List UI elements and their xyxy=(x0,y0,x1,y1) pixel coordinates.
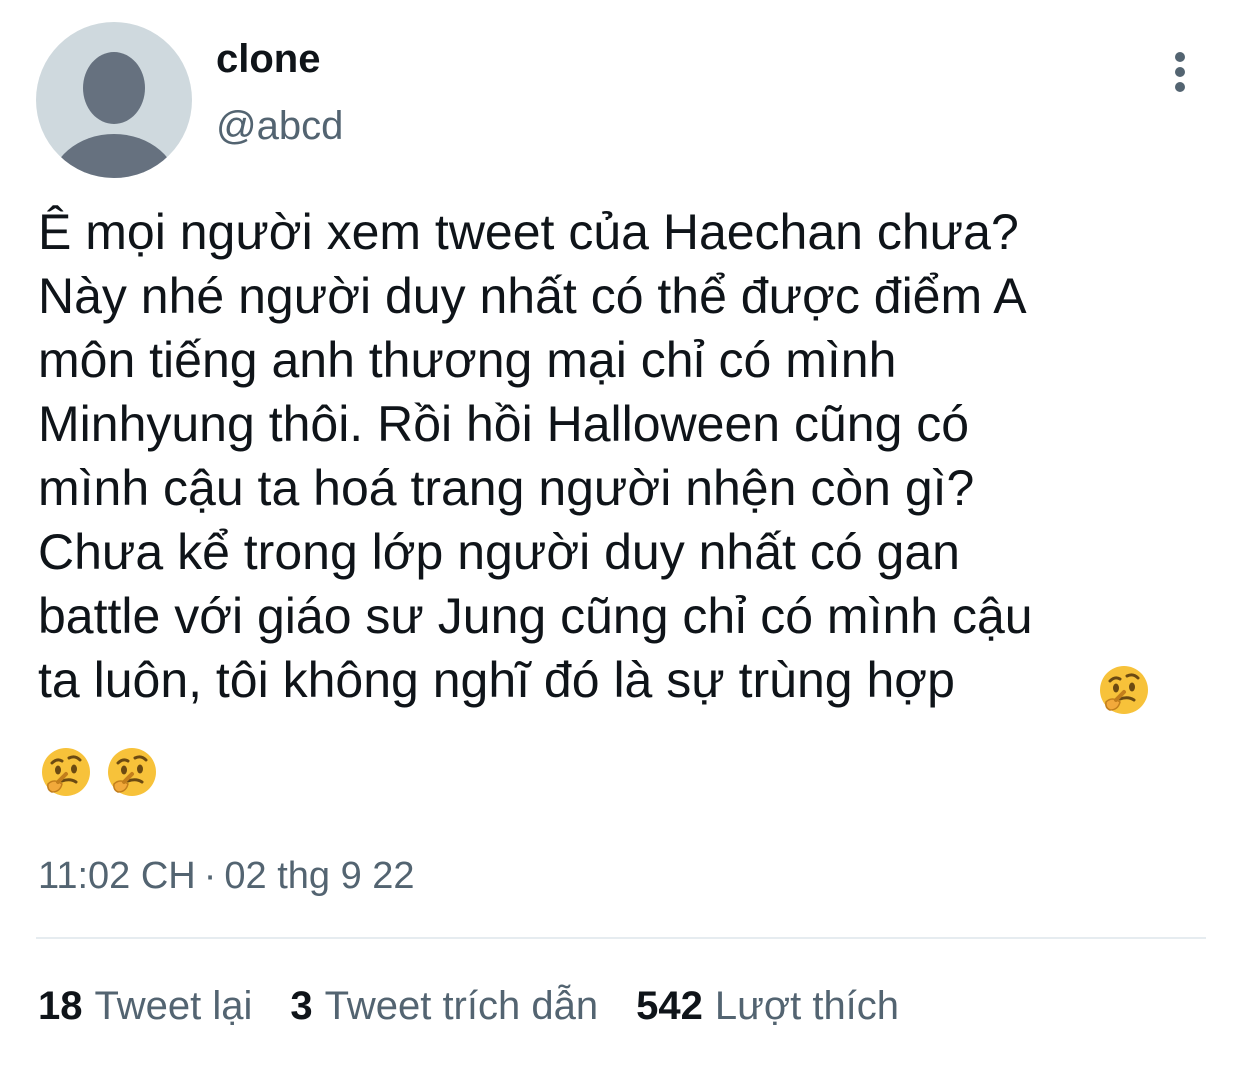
tweet-text-line: mình cậu ta hoá trang người nhện còn gì? xyxy=(38,460,975,516)
author-handle[interactable]: @abcd xyxy=(216,102,343,150)
avatar[interactable] xyxy=(36,22,192,178)
avatar-shoulders-shape xyxy=(49,134,179,178)
tweet-text-line: Minhyung thôi. Rồi hồi Halloween cũng có xyxy=(38,396,970,452)
tweet-detail: clone @abcd Ê mọi người xem tweet của Ha… xyxy=(0,0,1242,1071)
divider xyxy=(36,937,1206,939)
tweet-text-line: ta luôn, tôi không nghĩ đó là sự trùng h… xyxy=(38,652,955,708)
thinking-face-icon xyxy=(108,748,156,796)
retweets-stat[interactable]: 18 Tweet lại xyxy=(38,980,252,1032)
tweet-text-line: Này nhé người duy nhất có thể được điểm … xyxy=(38,268,1027,324)
likes-stat[interactable]: 542 Lượt thích xyxy=(636,980,899,1032)
tweet-text-line: battle với giáo sư Jung cũng chỉ có mình… xyxy=(38,588,1033,644)
likes-count: 542 xyxy=(636,984,703,1028)
thinking-face-icon xyxy=(1098,664,1150,716)
quotes-label: Tweet trích dẫn xyxy=(324,984,599,1028)
emoji-row xyxy=(40,746,158,802)
timestamp-separator: · xyxy=(203,855,217,897)
likes-label: Lượt thích xyxy=(714,984,900,1028)
tweet-timestamp[interactable]: 11:02 CH · 02 thg 9 22 xyxy=(38,852,415,900)
tweet-text-line: môn tiếng anh thương mại chỉ có mình xyxy=(38,332,897,388)
quotes-stat[interactable]: 3 Tweet trích dẫn xyxy=(290,980,598,1032)
tweet-text: Ê mọi người xem tweet của Haechan chưa? … xyxy=(38,200,1218,712)
tweet-text-line: Ê mọi người xem tweet của Haechan chưa? xyxy=(38,204,1019,260)
author-display-name[interactable]: clone xyxy=(216,36,320,82)
tweet-time: 11:02 CH xyxy=(38,855,196,897)
quotes-count: 3 xyxy=(290,984,313,1028)
more-options-button[interactable] xyxy=(1156,48,1204,96)
avatar-head-shape xyxy=(83,52,145,124)
retweets-label: Tweet lại xyxy=(94,984,253,1028)
more-vertical-icon xyxy=(1175,52,1185,92)
tweet-date: 02 thg 9 22 xyxy=(224,855,415,897)
tweet-stats: 18 Tweet lại 3 Tweet trích dẫn 542 Lượt thí… xyxy=(38,980,899,1032)
tweet-text-line: Chưa kể trong lớp người duy nhất có gan xyxy=(38,524,960,580)
retweets-count: 18 xyxy=(38,984,83,1028)
thinking-face-icon xyxy=(42,748,90,796)
